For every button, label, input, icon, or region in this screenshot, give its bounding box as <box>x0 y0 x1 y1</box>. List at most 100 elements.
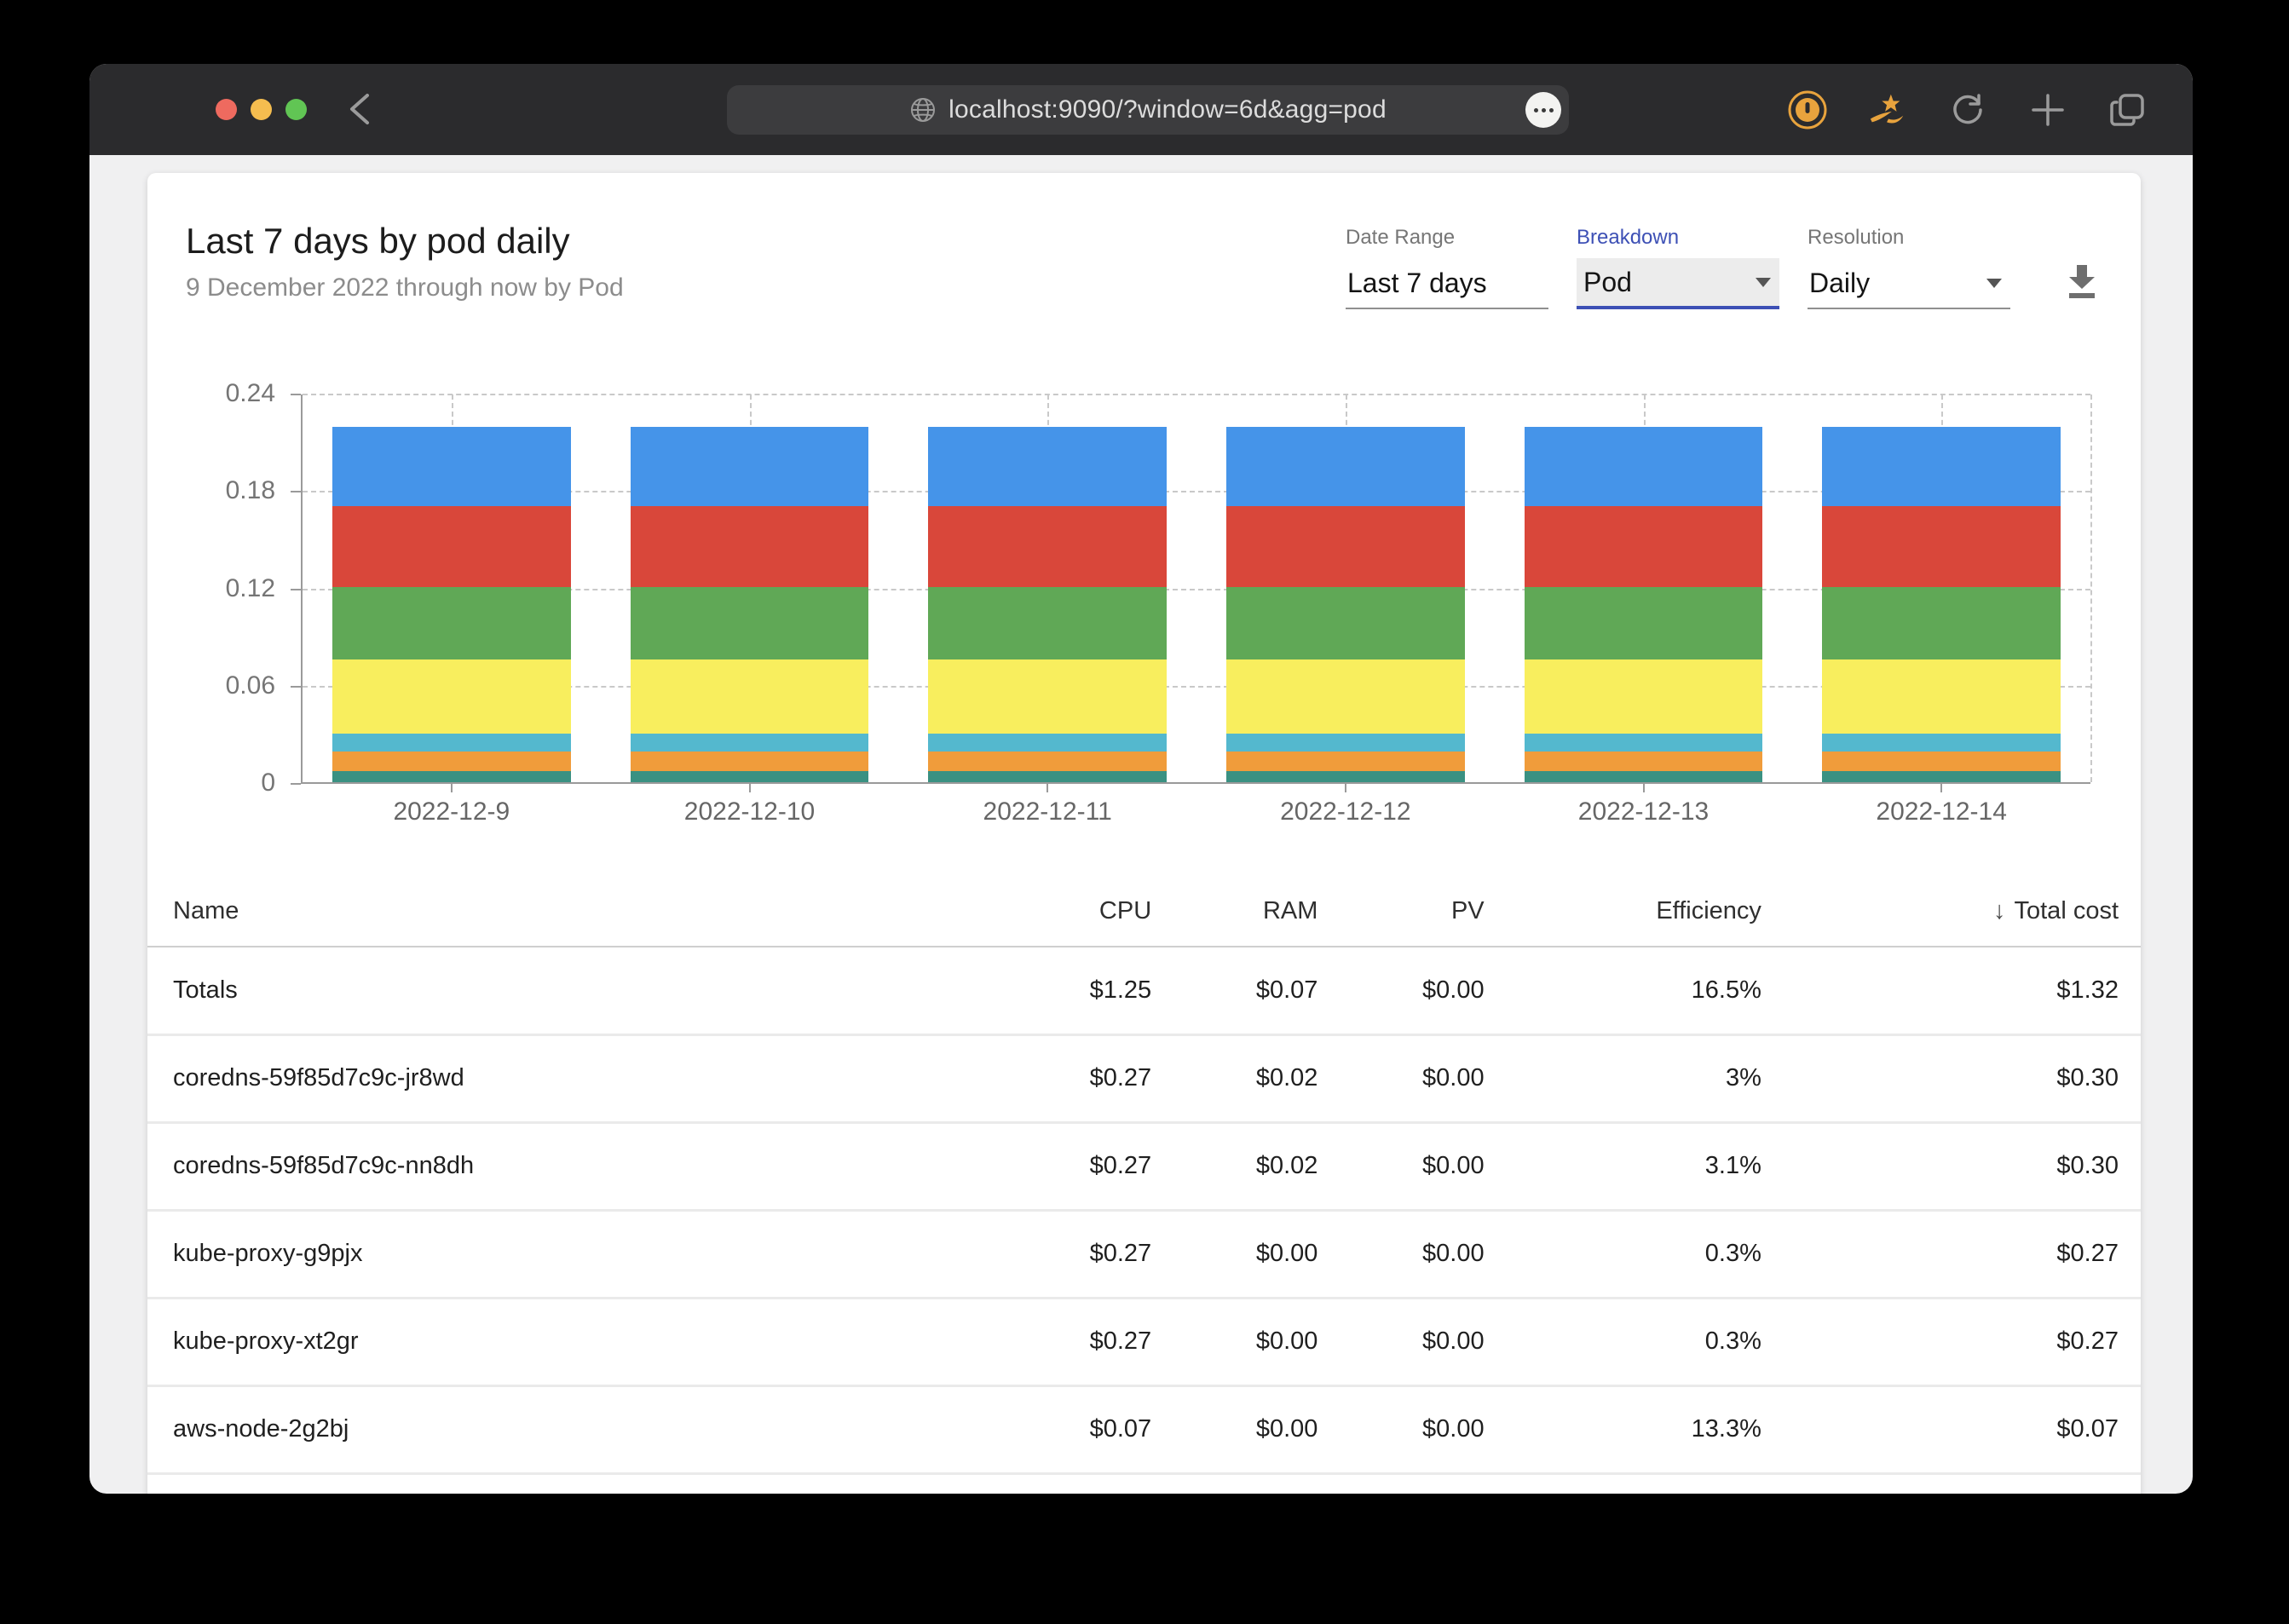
column-header-efficiency[interactable]: Efficiency <box>1487 877 1765 947</box>
yellow-segment[interactable] <box>1822 659 2061 734</box>
cyan-segment[interactable] <box>630 734 869 752</box>
column-header-name[interactable]: Name <box>147 877 989 947</box>
cyan-segment[interactable] <box>332 734 571 752</box>
blue-segment[interactable] <box>1524 426 1763 506</box>
stacked-bar-2022-12-14[interactable] <box>1822 394 2061 782</box>
green-segment[interactable] <box>630 586 869 659</box>
password-manager-extension-button[interactable] <box>1787 89 1828 130</box>
orange-segment[interactable] <box>630 751 869 771</box>
url-text: localhost:9090/?window=6d&agg=pod <box>948 95 1387 124</box>
stacked-bar-2022-12-11[interactable] <box>928 394 1168 782</box>
column-header-cpu[interactable]: CPU <box>988 877 1156 947</box>
address-bar[interactable]: localhost:9090/?window=6d&agg=pod <box>727 85 1569 135</box>
password-manager-icon <box>1788 90 1827 129</box>
stacked-bar-2022-12-12[interactable] <box>1225 394 1465 782</box>
orange-segment[interactable] <box>1524 751 1763 771</box>
red-segment[interactable] <box>630 505 869 587</box>
zoom-window-button[interactable] <box>285 99 307 120</box>
cyan-segment[interactable] <box>928 734 1168 752</box>
ellipsis-icon[interactable] <box>1525 92 1561 128</box>
blue-segment[interactable] <box>1822 426 2061 506</box>
teal-segment[interactable] <box>630 770 869 782</box>
wand-extension-button[interactable] <box>1867 89 1908 130</box>
cell-name: coredns-59f85d7c9c-jr8wd <box>147 1034 989 1124</box>
column-header-ram[interactable]: RAM <box>1155 877 1322 947</box>
magic-wand-icon <box>1870 94 1904 123</box>
tab-overview-button[interactable] <box>2107 89 2148 130</box>
green-segment[interactable] <box>1225 586 1465 659</box>
cell-cpu: $1.25 <box>988 947 1156 1036</box>
browser-toolbar: localhost:9090/?window=6d&agg=pod <box>89 64 2193 155</box>
cell-name: kube-proxy-g9pjx <box>147 1210 989 1299</box>
breakdown-select[interactable]: Pod <box>1577 258 1779 309</box>
blue-segment[interactable] <box>1225 426 1465 506</box>
yellow-segment[interactable] <box>1225 659 1465 734</box>
cell-pv: $0.00 <box>1321 1034 1488 1124</box>
cell-cpu: $0.27 <box>988 1034 1156 1124</box>
teal-segment[interactable] <box>928 770 1168 782</box>
green-segment[interactable] <box>1822 586 2061 659</box>
orange-segment[interactable] <box>928 751 1168 771</box>
green-segment[interactable] <box>928 586 1168 659</box>
column-header-pv[interactable]: PV <box>1321 877 1488 947</box>
resolution-select[interactable]: Daily <box>1808 258 2010 309</box>
bar-slot-2022-12-11 <box>898 394 1196 782</box>
cyan-segment[interactable] <box>1822 734 2061 752</box>
close-window-button[interactable] <box>216 99 237 120</box>
cost-chart: 2022-12-9 2022-12-10 2022-12-11 2022-12-12 2… <box>147 379 2141 868</box>
teal-segment[interactable] <box>332 770 571 782</box>
cell-efficiency: 3.1% <box>1487 1122 1765 1212</box>
table-row-totals[interactable]: Totals $1.25 $0.07 $0.00 16.5% $1.32 <box>147 947 2141 1036</box>
table-row-aws-node-2g2bj[interactable]: aws-node-2g2bj $0.07 $0.00 $0.00 13.3% $0.07 <box>147 1385 2141 1475</box>
cell-name: kube-proxy-xt2gr <box>147 1298 989 1387</box>
resolution-value: Daily <box>1809 267 1871 298</box>
date-range-value: Last 7 days <box>1347 267 1487 298</box>
x-axis-label: 2022-12-11 <box>983 798 1112 826</box>
teal-segment[interactable] <box>1524 770 1763 782</box>
back-button[interactable] <box>345 90 374 128</box>
x-tick <box>1344 782 1346 792</box>
yellow-segment[interactable] <box>928 659 1168 734</box>
date-range-input[interactable]: Last 7 days <box>1346 258 1548 309</box>
column-header-total-cost[interactable]: ↓ Total cost <box>1764 877 2141 947</box>
new-tab-button[interactable] <box>2027 89 2068 130</box>
reload-button[interactable] <box>1947 89 1988 130</box>
stacked-bar-2022-12-9[interactable] <box>332 394 571 782</box>
yellow-segment[interactable] <box>630 659 869 734</box>
table-row-coredns-59f85d7c9c-nn8dh[interactable]: coredns-59f85d7c9c-nn8dh $0.27 $0.02 $0.00 3… <box>147 1122 2141 1212</box>
stacked-bar-2022-12-10[interactable] <box>630 394 869 782</box>
stacked-bar-2022-12-13[interactable] <box>1524 394 1763 782</box>
yellow-segment[interactable] <box>1524 659 1763 734</box>
blue-segment[interactable] <box>630 426 869 506</box>
red-segment[interactable] <box>1225 505 1465 587</box>
table-row-kube-proxy-xt2gr[interactable]: kube-proxy-xt2gr $0.27 $0.00 $0.00 0.3% $0.27 <box>147 1298 2141 1387</box>
orange-segment[interactable] <box>1822 751 2061 771</box>
download-button[interactable] <box>2062 262 2102 301</box>
breakdown-value: Pod <box>1583 266 1632 297</box>
blue-segment[interactable] <box>332 426 571 506</box>
x-axis-label: 2022-12-10 <box>683 798 816 826</box>
orange-segment[interactable] <box>1225 751 1465 771</box>
green-segment[interactable] <box>1524 586 1763 659</box>
minimize-window-button[interactable] <box>251 99 272 120</box>
orange-segment[interactable] <box>332 751 571 771</box>
reload-icon <box>1953 93 1982 124</box>
resolution-label: Resolution <box>1808 226 1905 249</box>
cell-pv: $0.00 <box>1321 1385 1488 1475</box>
green-segment[interactable] <box>332 586 571 659</box>
red-segment[interactable] <box>332 505 571 587</box>
teal-segment[interactable] <box>1822 770 2061 782</box>
red-segment[interactable] <box>1524 505 1763 587</box>
cell-cpu: $0.27 <box>988 1298 1156 1387</box>
yellow-segment[interactable] <box>332 659 571 734</box>
red-segment[interactable] <box>1822 505 2061 587</box>
cell-total: $0.27 <box>1764 1298 2141 1387</box>
red-segment[interactable] <box>928 505 1168 587</box>
y-tick <box>291 588 301 590</box>
cyan-segment[interactable] <box>1524 734 1763 752</box>
table-row-coredns-59f85d7c9c-jr8wd[interactable]: coredns-59f85d7c9c-jr8wd $0.27 $0.02 $0.00 3… <box>147 1034 2141 1124</box>
table-row-kube-proxy-g9pjx[interactable]: kube-proxy-g9pjx $0.27 $0.00 $0.00 0.3% $0.27 <box>147 1210 2141 1299</box>
teal-segment[interactable] <box>1225 770 1465 782</box>
cyan-segment[interactable] <box>1225 734 1465 752</box>
blue-segment[interactable] <box>928 426 1168 506</box>
